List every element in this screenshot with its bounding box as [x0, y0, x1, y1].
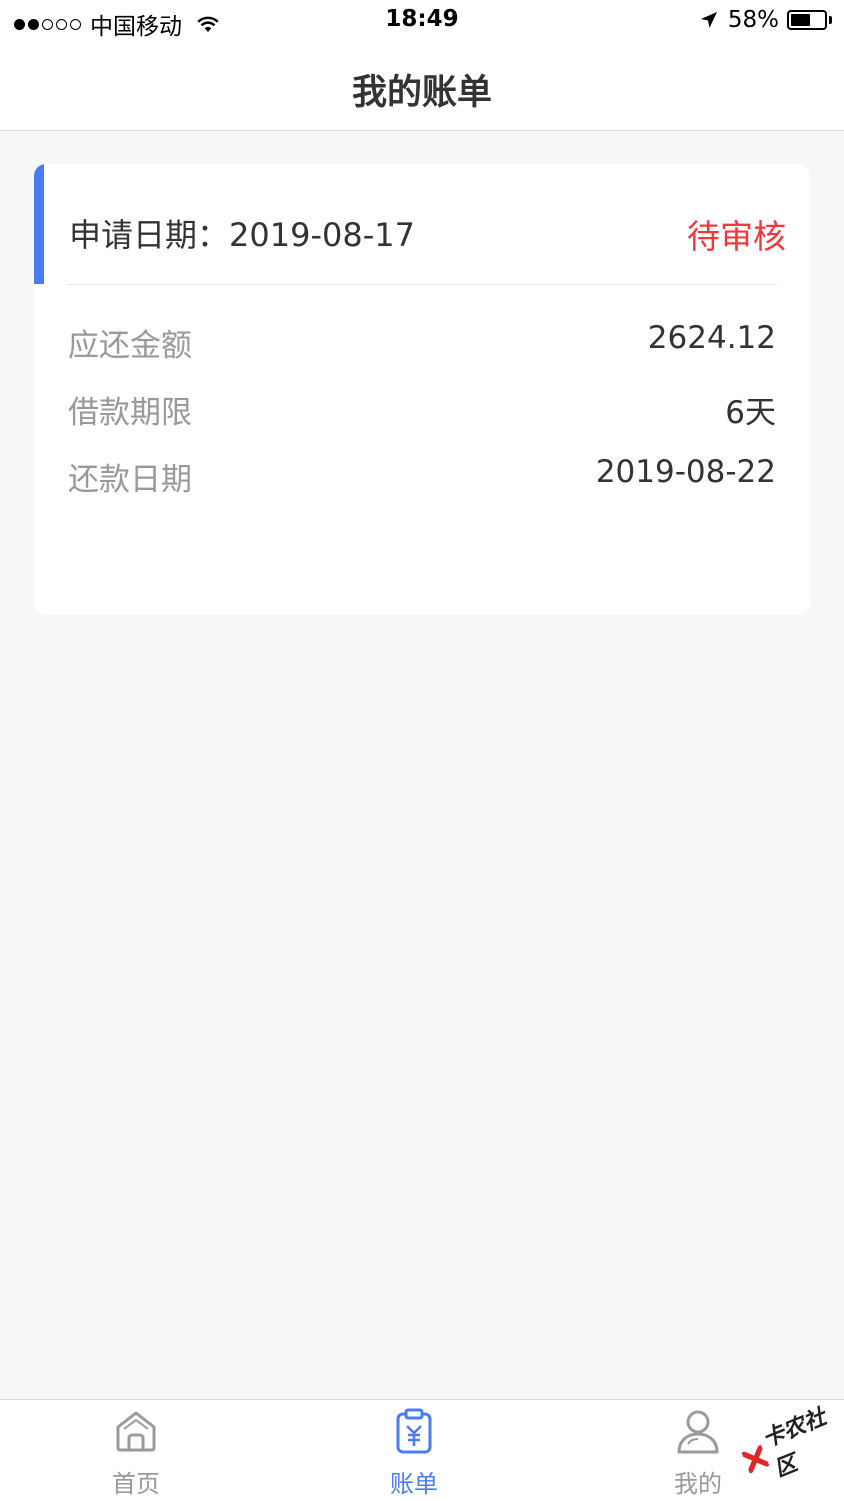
bill-icon	[396, 1408, 432, 1454]
row-label: 还款日期	[68, 462, 192, 498]
tab-bill[interactable]: 账单	[344, 1400, 484, 1501]
tab-label: 我的	[674, 1470, 722, 1498]
row-label: 应还金额	[68, 328, 192, 364]
status-bar: 中国移动 18:49 58%	[0, 0, 844, 44]
user-icon	[677, 1410, 719, 1454]
row-value: 2624.12	[647, 320, 776, 356]
location-arrow-icon	[700, 12, 717, 28]
apply-date: 申请日期：2019-08-17	[69, 216, 415, 254]
detail-row-amount: 应还金额 2624.12	[68, 320, 776, 370]
tab-bar: 首页 账单 我的	[0, 1399, 844, 1501]
battery-cap	[829, 16, 832, 24]
row-label: 借款期限	[68, 395, 192, 431]
battery-fill	[791, 14, 810, 26]
tab-label: 首页	[112, 1470, 160, 1498]
detail-row-due-date: 还款日期 2019-08-22	[68, 454, 776, 504]
tab-home[interactable]: 首页	[66, 1400, 206, 1501]
navigation-bar: 我的账单	[0, 44, 844, 131]
status-badge: 待审核	[687, 217, 786, 256]
row-value: 2019-08-22	[595, 454, 776, 490]
tab-label: 账单	[390, 1470, 438, 1498]
row-value: 6天	[725, 395, 776, 431]
battery-percentage: 58%	[727, 7, 779, 33]
page-title: 我的账单	[351, 73, 492, 113]
home-icon	[116, 1411, 156, 1452]
detail-row-term: 借款期限 6天	[68, 387, 776, 437]
card-accent-bar	[34, 164, 44, 284]
battery-icon	[787, 10, 827, 30]
status-right: 58%	[700, 7, 832, 33]
card-header: 申请日期：2019-08-17 待审核	[67, 164, 786, 285]
bill-card[interactable]: 申请日期：2019-08-17 待审核 应还金额 2624.12 借款期限 6天…	[34, 164, 810, 615]
